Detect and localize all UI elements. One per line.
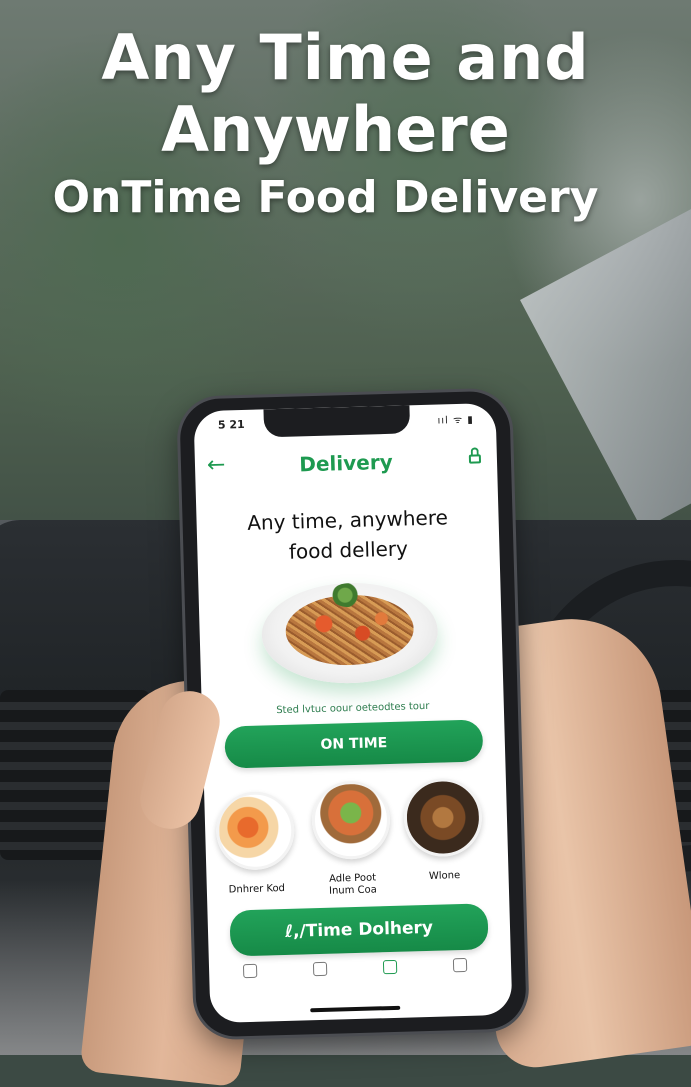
- nav-label: [225, 981, 275, 982]
- profile-icon: [452, 957, 468, 973]
- promo-note: Sted lvtuc oour oeteodtes tour: [276, 700, 430, 717]
- nav-item-profile[interactable]: [435, 957, 485, 976]
- bag-icon: [382, 959, 398, 975]
- dish-image: [215, 790, 296, 871]
- ontime-button[interactable]: ON TIME: [224, 719, 484, 769]
- menu-icon: [312, 961, 328, 977]
- phone-screen: 5 21 ııl ᯤ ▮ ← Delivery Any time, anywhe…: [193, 402, 513, 1024]
- smartphone: 5 21 ııl ᯤ ▮ ← Delivery Any time, anywhe…: [179, 390, 527, 1038]
- nav-label: [365, 977, 415, 978]
- dish-label: Wlone: [428, 870, 461, 882]
- bottom-nav: [225, 957, 496, 1001]
- status-time: 5 21: [217, 417, 245, 432]
- lock-icon[interactable]: [468, 447, 482, 464]
- headline-line-3: OnTime Food Delivery: [52, 172, 599, 223]
- home-indicator[interactable]: [310, 1005, 401, 1013]
- dish-image: [310, 780, 392, 861]
- nav-item-home[interactable]: [225, 963, 275, 982]
- nav-item-delivery[interactable]: [365, 959, 415, 978]
- dish-label: Dnhrer Kod: [228, 882, 286, 896]
- app-bar: ← Delivery: [195, 443, 498, 483]
- time-delivery-button[interactable]: ℓ,/Time Dolhery: [229, 903, 489, 957]
- nav-label: [435, 975, 485, 976]
- dish-card[interactable]: Wlone: [402, 777, 485, 883]
- dish-label: Adle Poot Inum Coa: [328, 872, 377, 897]
- headline: Any Time and Anywhere OnTime Food Delive…: [0, 22, 691, 230]
- tagline: Any time, anywhere food dellery: [196, 501, 500, 569]
- headline-line-1: Any Time and: [101, 21, 590, 94]
- dish-card[interactable]: Dnhrer Kod: [214, 790, 297, 897]
- nav-item-menu[interactable]: [295, 961, 345, 980]
- headline-line-2: Anywhere: [161, 93, 510, 166]
- home-icon: [242, 963, 258, 979]
- status-icons: ııl ᯤ ▮: [437, 414, 474, 427]
- dish-card[interactable]: Adle Poot Inum Coa: [310, 780, 393, 898]
- app-title: Delivery: [298, 449, 393, 477]
- nav-label: [295, 979, 345, 980]
- dish-image: [402, 777, 483, 858]
